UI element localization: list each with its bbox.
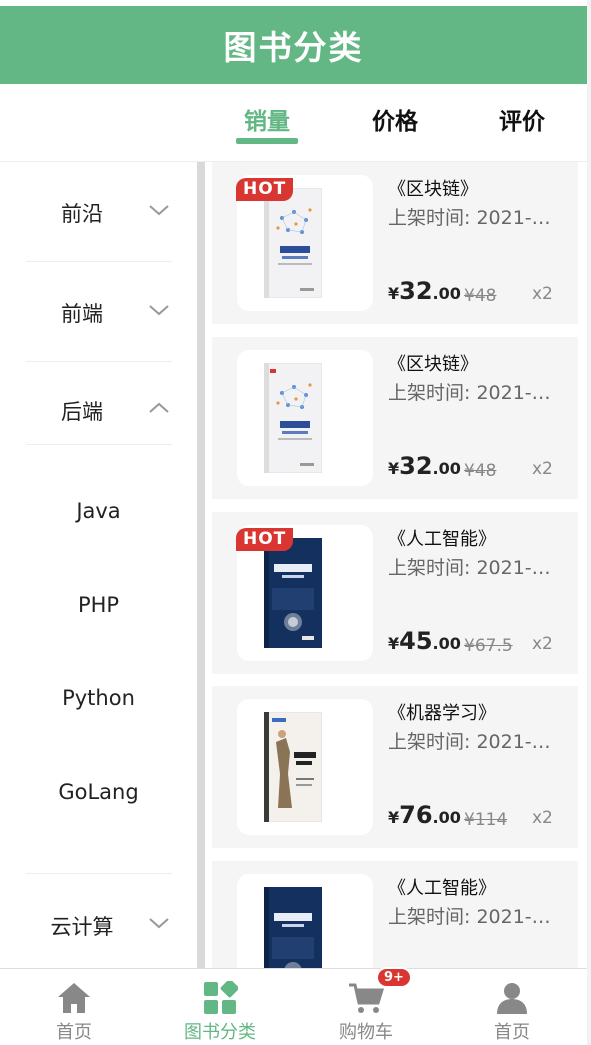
price-integer: 32 [399, 277, 433, 305]
book-title: 《区块链》 [388, 354, 478, 375]
currency-symbol: ¥ [388, 808, 400, 827]
sort-tab-price[interactable]: 价格 [372, 102, 418, 136]
book-cover-frame [237, 874, 373, 968]
book-cover-image [264, 188, 322, 298]
category-backend[interactable]: 后端 [26, 362, 172, 445]
original-price: ¥114 [464, 810, 508, 830]
book-quantity: x2 [532, 634, 553, 654]
book-release-date: 上架时间: 2021-0... [388, 557, 558, 579]
price-integer: 76 [399, 801, 433, 829]
book-price: ¥76.00 [388, 801, 461, 829]
book-cover-image [264, 712, 322, 822]
original-price: ¥48 [464, 286, 497, 306]
book-price: ¥45.00 [388, 627, 461, 655]
book-cover-image [264, 887, 322, 968]
price-integer: 32 [399, 452, 433, 480]
book-title: 《区块链》 [388, 179, 478, 200]
book-title: 《人工智能》 [388, 878, 496, 899]
tab-profile[interactable]: 首页 [439, 969, 585, 1045]
category-label: 后端 [61, 400, 103, 424]
bottom-tab-bar: 首页 图书分类 9+ 购物车 首页 [0, 967, 587, 1045]
book-card[interactable]: 《区块链》 上架时间: 2021-0... ¥32.00 ¥48 x2 [212, 337, 578, 499]
cart-icon [349, 983, 384, 1013]
currency-symbol: ¥ [388, 284, 400, 303]
page-title: 图书分类 [223, 28, 364, 67]
book-release-date: 上架时间: 2021-0... [388, 207, 558, 229]
book-card[interactable]: HOT 《人工智能》 上架时间: 2021-0... ¥45.00 ¥67.5 … [212, 512, 578, 674]
price-decimal: .00 [432, 634, 461, 653]
book-price: ¥32.00 [388, 452, 461, 480]
book-quantity: x2 [532, 459, 553, 479]
category-label: 云计算 [50, 915, 114, 939]
book-price: ¥32.00 [388, 277, 461, 305]
price-integer: 45 [399, 627, 433, 655]
category-label: 前端 [61, 302, 103, 326]
book-title: 《机器学习》 [388, 703, 496, 724]
book-card[interactable]: HOT 《区块链》 上架时间: 2021-0... ¥32.00 ¥48 x2 [212, 162, 578, 324]
header-bar: 图书分类 [0, 6, 587, 84]
chevron-down-icon [149, 305, 169, 316]
home-icon [58, 983, 90, 1013]
category-label: 前沿 [61, 202, 103, 226]
category-frontier[interactable]: 前沿 [26, 162, 172, 262]
book-release-date: 上架时间: 2021-0... [388, 382, 558, 404]
app-root: 图书分类 销量 价格 评价 前沿 前端 后端 Java PHP Python G… [0, 0, 587, 1045]
cart-count-badge: 9+ [376, 967, 412, 988]
book-release-date: 上架时间: 2021-0... [388, 731, 558, 753]
tab-category[interactable]: 图书分类 [147, 969, 293, 1045]
book-cover-image [264, 363, 322, 473]
category-frontend[interactable]: 前端 [26, 262, 172, 362]
sort-bar: 销量 价格 评价 [0, 84, 587, 162]
subcategory-python[interactable]: Python [0, 686, 197, 710]
price-decimal: .00 [432, 459, 461, 478]
book-release-date: 上架时间: 2021-0... [388, 906, 558, 928]
book-cover-image [264, 538, 322, 648]
category-icon [204, 981, 238, 1014]
hot-badge: HOT [236, 178, 294, 201]
subcategory-java[interactable]: Java [0, 499, 197, 523]
book-title: 《人工智能》 [388, 529, 496, 550]
tab-cart[interactable]: 9+ 购物车 [293, 967, 439, 1045]
chevron-up-icon [149, 402, 169, 413]
category-sidebar: 前沿 前端 后端 Java PHP Python GoLang 云计算 [0, 162, 197, 968]
category-cloud[interactable]: 云计算 [26, 873, 172, 968]
sort-tab-rating[interactable]: 评价 [499, 102, 545, 136]
tab-home[interactable]: 首页 [1, 969, 147, 1045]
page-scrollbar[interactable] [587, 0, 591, 1045]
subcategory-php[interactable]: PHP [0, 593, 197, 617]
tab-label: 首页 [56, 1022, 92, 1043]
sort-tab-sales[interactable]: 销量 [244, 102, 290, 136]
book-quantity: x2 [532, 808, 553, 828]
book-card[interactable]: 《人工智能》 上架时间: 2021-0... [212, 861, 578, 968]
chevron-down-icon [149, 918, 169, 929]
price-decimal: .00 [432, 284, 461, 303]
price-decimal: .00 [432, 808, 461, 827]
active-sort-indicator [236, 138, 298, 144]
book-cover-frame [237, 350, 373, 486]
book-card[interactable]: 《机器学习》 上架时间: 2021-0... ¥76.00 ¥114 x2 [212, 686, 578, 848]
chevron-down-icon [149, 205, 169, 216]
tab-label: 购物车 [339, 1022, 393, 1043]
currency-symbol: ¥ [388, 634, 400, 653]
subcategory-golang[interactable]: GoLang [0, 780, 197, 804]
currency-symbol: ¥ [388, 459, 400, 478]
book-quantity: x2 [532, 284, 553, 304]
book-list: HOT 《区块链》 上架时间: 2021-0... ¥32.00 ¥48 x2 [205, 162, 587, 968]
sidebar-scrollbar[interactable] [197, 162, 205, 968]
tab-label: 图书分类 [184, 1022, 256, 1043]
user-icon [497, 983, 527, 1014]
original-price: ¥48 [464, 461, 497, 481]
original-price: ¥67.5 [464, 636, 513, 656]
tab-label: 首页 [494, 1022, 530, 1043]
book-cover-frame [237, 699, 373, 835]
hot-badge: HOT [236, 528, 294, 551]
